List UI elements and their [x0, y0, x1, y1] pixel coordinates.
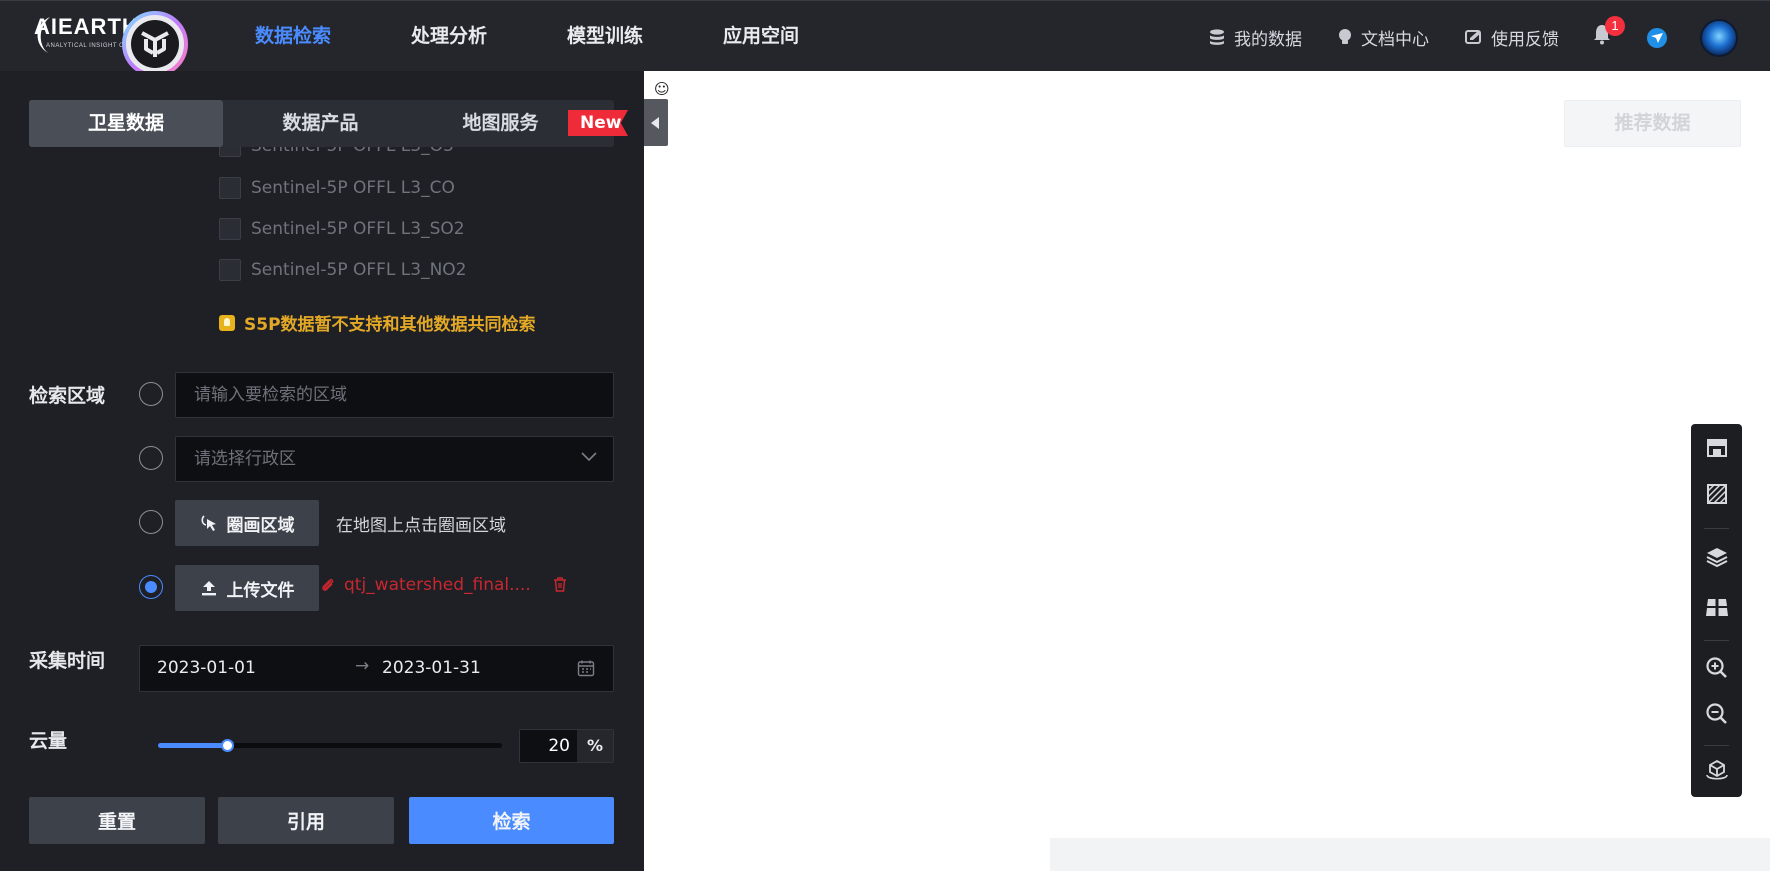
nav-item-processing[interactable]: 处理分析	[411, 1, 487, 72]
list-item[interactable]: Sentinel-5P OFFL L3_NO2	[219, 258, 467, 282]
radio-draw-region[interactable]	[139, 510, 163, 534]
toolbar-divider	[1704, 745, 1729, 746]
list-item[interactable]: Sentinel-5P OFFL L3_CO	[219, 176, 455, 200]
uploaded-file[interactable]: qtj_watershed_final....	[320, 575, 531, 595]
cloud-slider-fill	[158, 743, 227, 748]
cloud-label: 云量	[29, 730, 68, 752]
cloud-value[interactable]: 20	[520, 730, 578, 762]
nav-item-data-search[interactable]: 数据检索	[255, 1, 331, 72]
time-label: 采集时间	[29, 650, 106, 672]
paperclip-icon	[322, 578, 334, 591]
cloud-slider-thumb[interactable]	[220, 739, 234, 752]
notification-count-badge: 1	[1605, 16, 1625, 36]
docs-center-link[interactable]: 文档中心	[1337, 25, 1429, 50]
map-toolbar	[1691, 424, 1742, 797]
bird-logo-icon[interactable]	[1646, 27, 1668, 49]
list-item[interactable]: Sentinel-5P OFFL L3_SO2	[219, 217, 465, 241]
database-icon	[1210, 29, 1224, 45]
cite-button[interactable]: 引用	[218, 797, 394, 844]
collapse-panel-button[interactable]	[644, 99, 668, 146]
split-view-tool[interactable]	[1691, 587, 1742, 627]
edit-note-icon	[1465, 30, 1481, 44]
radio-admin-region[interactable]	[139, 446, 163, 470]
3d-view-tool[interactable]	[1691, 751, 1742, 791]
admin-region-placeholder: 请选择行政区	[194, 449, 296, 469]
checkbox[interactable]	[219, 218, 241, 240]
recommend-data-button[interactable]: 推荐数据	[1564, 100, 1741, 147]
zoom-in-icon	[1705, 657, 1727, 678]
date-arrow: →	[355, 656, 370, 676]
draw-region-label: 圈画区域	[226, 515, 295, 536]
checkbox[interactable]	[219, 177, 241, 199]
uploaded-file-name: qtj_watershed_final....	[344, 575, 531, 595]
nav-item-app-space[interactable]: 应用空间	[723, 1, 799, 72]
cube-3d-icon	[1705, 759, 1728, 780]
app-badge-icon	[122, 11, 188, 77]
delete-file-icon[interactable]	[552, 576, 568, 593]
split-view-icon	[1705, 599, 1728, 616]
top-header: AIEARTH ANALYTICAL INSIGHT OF EARTH 数据检索…	[0, 0, 1770, 77]
chevron-down-icon	[581, 452, 597, 462]
tip-bulb-icon	[219, 314, 235, 331]
toolbar-divider	[1704, 640, 1729, 641]
checkbox[interactable]	[219, 259, 241, 281]
checkbox-label: Sentinel-5P OFFL L3_NO2	[251, 260, 467, 280]
storefront-icon	[1706, 439, 1727, 457]
map-status-bar	[1050, 838, 1770, 871]
cursor-draw-icon	[200, 515, 216, 531]
tab-satellite-data[interactable]: 卫星数据	[29, 100, 223, 147]
main-nav: 数据检索 处理分析 模型训练 应用空间	[255, 1, 879, 72]
smiley-icon: ☺	[654, 80, 670, 98]
basemap-tool[interactable]	[1691, 427, 1742, 467]
new-badge: New	[568, 110, 628, 136]
start-date[interactable]: 2023-01-01	[157, 658, 256, 678]
upload-icon	[201, 581, 216, 596]
zoom-out-icon	[1705, 703, 1727, 724]
my-data-link[interactable]: 我的数据	[1208, 25, 1302, 50]
layers-tool[interactable]	[1691, 537, 1742, 577]
end-date[interactable]: 2023-01-31	[382, 658, 481, 678]
upload-file-button[interactable]: 上传文件	[175, 565, 319, 611]
date-range-picker[interactable]: 2023-01-01 → 2023-01-31	[139, 645, 614, 692]
feedback-link[interactable]: 使用反馈	[1465, 25, 1559, 50]
draw-region-hint: 在地图上点击圈画区域	[336, 516, 506, 536]
calendar-icon	[577, 660, 595, 677]
upload-file-label: 上传文件	[226, 580, 295, 601]
checkbox-label: Sentinel-5P OFFL L3_SO2	[251, 219, 465, 239]
feedback-label: 使用反馈	[1491, 29, 1559, 50]
region-label: 检索区域	[29, 385, 106, 407]
draw-polygon-tool[interactable]	[1691, 474, 1742, 514]
s5p-tip: S5P数据暂不支持和其他数据共同检索	[219, 310, 536, 335]
polygon-hatch-icon	[1706, 484, 1727, 504]
brand-logo[interactable]: AIEARTH ANALYTICAL INSIGHT OF EARTH	[28, 11, 193, 77]
zoom-out-tool[interactable]	[1691, 694, 1742, 734]
my-data-label: 我的数据	[1234, 29, 1302, 50]
docs-center-label: 文档中心	[1361, 29, 1429, 50]
s5p-tip-text: S5P数据暂不支持和其他数据共同检索	[244, 315, 536, 335]
layers-icon	[1706, 548, 1727, 568]
search-button[interactable]: 检索	[409, 797, 614, 844]
tab-data-products[interactable]: 数据产品	[223, 100, 418, 147]
cloud-slider[interactable]	[158, 739, 502, 752]
user-avatar[interactable]	[1700, 19, 1738, 57]
toolbar-divider	[1704, 528, 1729, 529]
radio-upload-file[interactable]	[139, 575, 163, 599]
search-panel: Sentinel-5P OFFL L3_O3 Sentinel-5P OFFL …	[0, 71, 644, 871]
draw-region-button[interactable]: 圈画区域	[175, 500, 319, 546]
checkbox-label: Sentinel-5P OFFL L3_CO	[251, 178, 455, 198]
tab-map-services[interactable]: 地图服务	[418, 100, 583, 147]
region-search-input[interactable]: 请输入要检索的区域	[175, 372, 614, 418]
nav-item-model-training[interactable]: 模型训练	[567, 1, 643, 72]
radio-region-search[interactable]	[139, 382, 163, 406]
data-type-tabs: 卫星数据 数据产品 地图服务	[29, 100, 614, 147]
zoom-in-tool[interactable]	[1691, 648, 1742, 688]
reset-button[interactable]: 重置	[29, 797, 205, 844]
cloud-unit: %	[577, 730, 613, 762]
cloud-input[interactable]: 20 %	[519, 729, 614, 763]
lightbulb-icon	[1339, 29, 1351, 44]
admin-region-select[interactable]: 请选择行政区	[175, 436, 614, 482]
